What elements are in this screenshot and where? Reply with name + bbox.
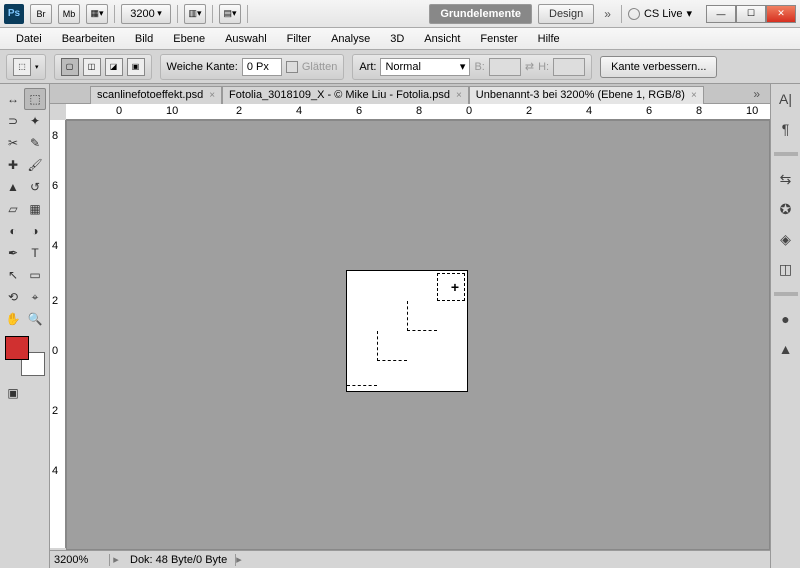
- brush-tool[interactable]: 🖌: [24, 154, 46, 176]
- doc-tab-0[interactable]: scanlinefotoeffekt.psd×: [90, 86, 222, 104]
- width-input: [489, 58, 521, 76]
- dodge-tool[interactable]: ◑: [24, 220, 46, 242]
- panel-mask-icon[interactable]: ✪: [775, 198, 797, 220]
- panel-character-icon[interactable]: A|: [775, 88, 797, 110]
- panel-stamp-icon[interactable]: ▲: [775, 338, 797, 360]
- toolbox: ↔⬚ ⊃✦ ✂✎ ✚🖌 ▲↺ ▱▦ ◐◑ ✒T ↖▭ ⟲⌖ ✋🔍 ▣: [0, 84, 50, 568]
- close-icon[interactable]: ×: [456, 90, 462, 101]
- hand-tool[interactable]: ✋: [2, 308, 24, 330]
- panel-path-icon[interactable]: ◫: [775, 258, 797, 280]
- minimize-button[interactable]: —: [706, 5, 736, 23]
- eraser-tool[interactable]: ▱: [2, 198, 24, 220]
- options-bar: ⬚▾ ▢ ◫ ◪ ▣ Weiche Kante: Glätten Art: No…: [0, 50, 800, 84]
- stamp-tool[interactable]: ▲: [2, 176, 24, 198]
- statusbar: 3200% ▸ Dok: 48 Byte/0 Byte ▸: [50, 550, 770, 568]
- panel-brush-icon[interactable]: ●: [775, 308, 797, 330]
- zoom-dropdown[interactable]: 3200 ▾: [121, 4, 171, 24]
- panel-adjust-icon[interactable]: ⇆: [775, 168, 797, 190]
- menu-hilfe[interactable]: Hilfe: [528, 30, 570, 48]
- marquee-tool[interactable]: ⬚: [24, 88, 46, 110]
- sel-intersect[interactable]: ▣: [127, 58, 145, 76]
- wand-tool[interactable]: ✦: [24, 110, 46, 132]
- tabs-more[interactable]: »: [743, 87, 770, 101]
- menu-3d[interactable]: 3D: [380, 30, 414, 48]
- screenmode-button[interactable]: ▦▾: [86, 4, 108, 24]
- menubar: Datei Bearbeiten Bild Ebene Auswahl Filt…: [0, 28, 800, 50]
- sel-add[interactable]: ◫: [83, 58, 101, 76]
- menu-filter[interactable]: Filter: [277, 30, 321, 48]
- doc-tab-2[interactable]: Unbenannt-3 bei 3200% (Ebene 1, RGB/8)×: [469, 86, 704, 104]
- sel-sub[interactable]: ◪: [105, 58, 123, 76]
- workspace-more[interactable]: »: [600, 7, 615, 21]
- height-label: H:: [538, 61, 549, 73]
- canvas[interactable]: +: [66, 120, 770, 550]
- bridge-button[interactable]: Br: [30, 4, 52, 24]
- height-input: [553, 58, 585, 76]
- workspace-grundelemente[interactable]: Grundelemente: [429, 4, 532, 24]
- move-tool[interactable]: ↔: [2, 88, 24, 110]
- close-icon[interactable]: ×: [209, 90, 215, 101]
- extras-button[interactable]: ▤▾: [219, 4, 241, 24]
- menu-analyse[interactable]: Analyse: [321, 30, 380, 48]
- pen-tool[interactable]: ✒: [2, 242, 24, 264]
- menu-bearbeiten[interactable]: Bearbeiten: [52, 30, 125, 48]
- cslive-button[interactable]: CS Live▾: [628, 7, 692, 20]
- maximize-button[interactable]: ☐: [736, 5, 766, 23]
- lasso-tool[interactable]: ⊃: [2, 110, 24, 132]
- menu-datei[interactable]: Datei: [6, 30, 52, 48]
- heal-tool[interactable]: ✚: [2, 154, 24, 176]
- menu-auswahl[interactable]: Auswahl: [215, 30, 277, 48]
- blur-tool[interactable]: ◐: [2, 220, 24, 242]
- crop-tool[interactable]: ✂: [2, 132, 24, 154]
- app-logo: Ps: [4, 4, 24, 24]
- document[interactable]: +: [347, 271, 467, 391]
- feather-input[interactable]: [242, 58, 282, 76]
- minibridge-button[interactable]: Mb: [58, 4, 80, 24]
- art-label: Art:: [359, 61, 376, 73]
- zoom-tool[interactable]: 🔍: [24, 308, 46, 330]
- titlebar: Ps Br Mb ▦▾ 3200 ▾ ▥▾ ▤▾ Grundelemente D…: [0, 0, 800, 28]
- type-tool[interactable]: T: [24, 242, 46, 264]
- glatten-checkbox: [286, 61, 298, 73]
- ruler-vertical: 86 42 02 4: [50, 120, 66, 548]
- doc-tab-1[interactable]: Fotolia_3018109_X - © Mike Liu - Fotolia…: [222, 86, 469, 104]
- zoom-status[interactable]: 3200%: [50, 554, 110, 566]
- history-tool[interactable]: ↺: [24, 176, 46, 198]
- tool-preset[interactable]: ⬚▾: [6, 54, 46, 80]
- right-panel: A| ¶ ⇆ ✪ ◈ ◫ ● ▲: [770, 84, 800, 568]
- panel-paragraph-icon[interactable]: ¶: [775, 118, 797, 140]
- feather-label: Weiche Kante:: [167, 61, 238, 73]
- glatten-label: Glätten: [302, 61, 337, 73]
- refine-edge-button[interactable]: Kante verbessern...: [600, 56, 717, 78]
- doc-info[interactable]: Dok: 48 Byte/0 Byte: [122, 554, 236, 566]
- color-swatch[interactable]: [5, 336, 45, 376]
- document-tabs: scanlinefotoeffekt.psd× Fotolia_3018109_…: [50, 84, 770, 104]
- close-button[interactable]: ✕: [766, 5, 796, 23]
- width-label: B:: [474, 61, 484, 73]
- art-select[interactable]: Normal▾: [380, 58, 470, 76]
- menu-fenster[interactable]: Fenster: [470, 30, 527, 48]
- sel-new[interactable]: ▢: [61, 58, 79, 76]
- camera-tool[interactable]: ⌖: [24, 286, 46, 308]
- workspace-design[interactable]: Design: [538, 4, 594, 24]
- panel-layers-icon[interactable]: ◈: [775, 228, 797, 250]
- close-icon[interactable]: ×: [691, 90, 697, 101]
- eyedropper-tool[interactable]: ✎: [24, 132, 46, 154]
- arrange-button[interactable]: ▥▾: [184, 4, 206, 24]
- ruler-horizontal: 010 24 68 02 46 810: [66, 104, 770, 120]
- menu-ansicht[interactable]: Ansicht: [414, 30, 470, 48]
- 3d-tool[interactable]: ⟲: [2, 286, 24, 308]
- path-tool[interactable]: ↖: [2, 264, 24, 286]
- quickmask-button[interactable]: ▣: [2, 382, 24, 404]
- shape-tool[interactable]: ▭: [24, 264, 46, 286]
- gradient-tool[interactable]: ▦: [24, 198, 46, 220]
- menu-ebene[interactable]: Ebene: [163, 30, 215, 48]
- menu-bild[interactable]: Bild: [125, 30, 163, 48]
